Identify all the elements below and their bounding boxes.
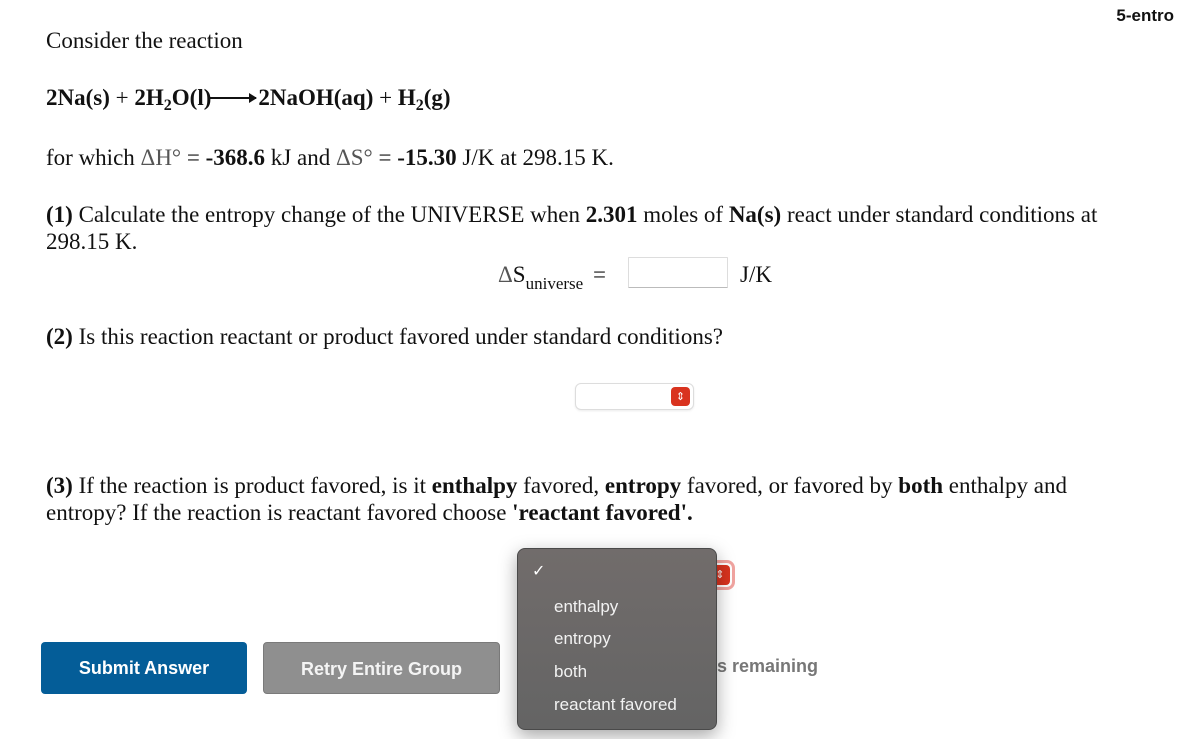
attempts-remaining: ots remaining [700, 656, 819, 676]
submit-answer-button[interactable]: Submit Answer [41, 642, 247, 694]
menu-option-reactant-favored[interactable]: reactant favored [554, 690, 677, 720]
checkmark-icon: ✓ [532, 561, 546, 580]
entropy-unit: J/K [740, 262, 772, 287]
product-h2: H2(g) [397, 85, 451, 114]
delta-h-symbol: ΔH° [140, 145, 182, 170]
part1-question: (1) Calculate the entropy change of the … [46, 202, 1098, 254]
intro-text: Consider the reaction [46, 28, 243, 53]
retry-entire-group-button[interactable]: Retry Entire Group [263, 642, 500, 694]
conditions-text: for which ΔH° = -368.6 kJ and ΔS° = -15.… [46, 145, 614, 170]
delta-h-value: -368.6 [205, 145, 266, 170]
delta-s-symbol: ΔS° [335, 145, 373, 170]
reaction-arrow-icon [210, 93, 258, 103]
menu-option-entropy[interactable]: entropy [554, 624, 611, 654]
part2-question: (2) Is this reaction reactant or product… [46, 324, 723, 349]
delta-s-value: -15.30 [397, 145, 457, 170]
reaction-equation: 2Na(s) + 2H2O(l) 2NaOH(aq) + H2(g) [46, 84, 451, 114]
question-id: 5-entro [1116, 6, 1174, 25]
reactant-water: 2H2O(l) [134, 85, 212, 114]
part3-question: (3) If the reaction is product favored, … [46, 473, 1067, 525]
menu-option-both[interactable]: both [554, 657, 587, 687]
select-updown-icon: ⇕ [671, 387, 690, 406]
entropy-universe-input[interactable] [628, 257, 728, 288]
product-naoh: 2NaOH(aq) [258, 85, 374, 110]
reactant-na: 2Na(s) [46, 85, 110, 110]
plus-sign: + [379, 85, 393, 110]
plus-sign: + [115, 85, 129, 110]
entropy-universe-label: ΔSuniverse = [498, 262, 606, 293]
menu-option-enthalpy[interactable]: enthalpy [554, 592, 618, 622]
favored-by-dropdown-menu[interactable]: ✓ enthalpy entropy both reactant favored [517, 548, 717, 730]
moles-value: 2.301 [585, 202, 638, 227]
favored-select[interactable]: ⇕ [575, 383, 694, 410]
